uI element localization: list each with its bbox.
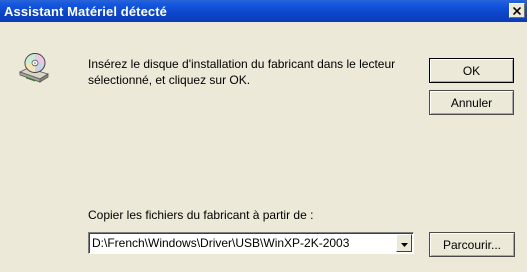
window-title: Assistant Matériel détecté <box>4 4 167 19</box>
title-bar[interactable]: Assistant Matériel détecté <box>0 0 527 22</box>
close-button[interactable] <box>509 3 525 18</box>
ok-button[interactable]: OK <box>429 58 514 83</box>
cd-disk-icon <box>18 52 50 84</box>
cancel-button[interactable]: Annuler <box>429 90 514 115</box>
source-path-combobox[interactable]: D:\French\Windows\Driver\USB\WinXP-2K-20… <box>88 232 414 254</box>
close-icon <box>513 6 521 15</box>
source-path-value[interactable]: D:\French\Windows\Driver\USB\WinXP-2K-20… <box>92 236 392 250</box>
chevron-down-icon <box>400 234 408 252</box>
combobox-dropdown-button[interactable] <box>396 234 412 252</box>
browse-button[interactable]: Parcourir... <box>429 232 515 257</box>
copy-from-label: Copier les fichiers du fabricant à parti… <box>88 208 314 222</box>
install-disk-dialog: Assistant Matériel détecté Insérez le di… <box>0 0 527 272</box>
instruction-message: Insérez le disque d'installation du fabr… <box>88 57 396 87</box>
